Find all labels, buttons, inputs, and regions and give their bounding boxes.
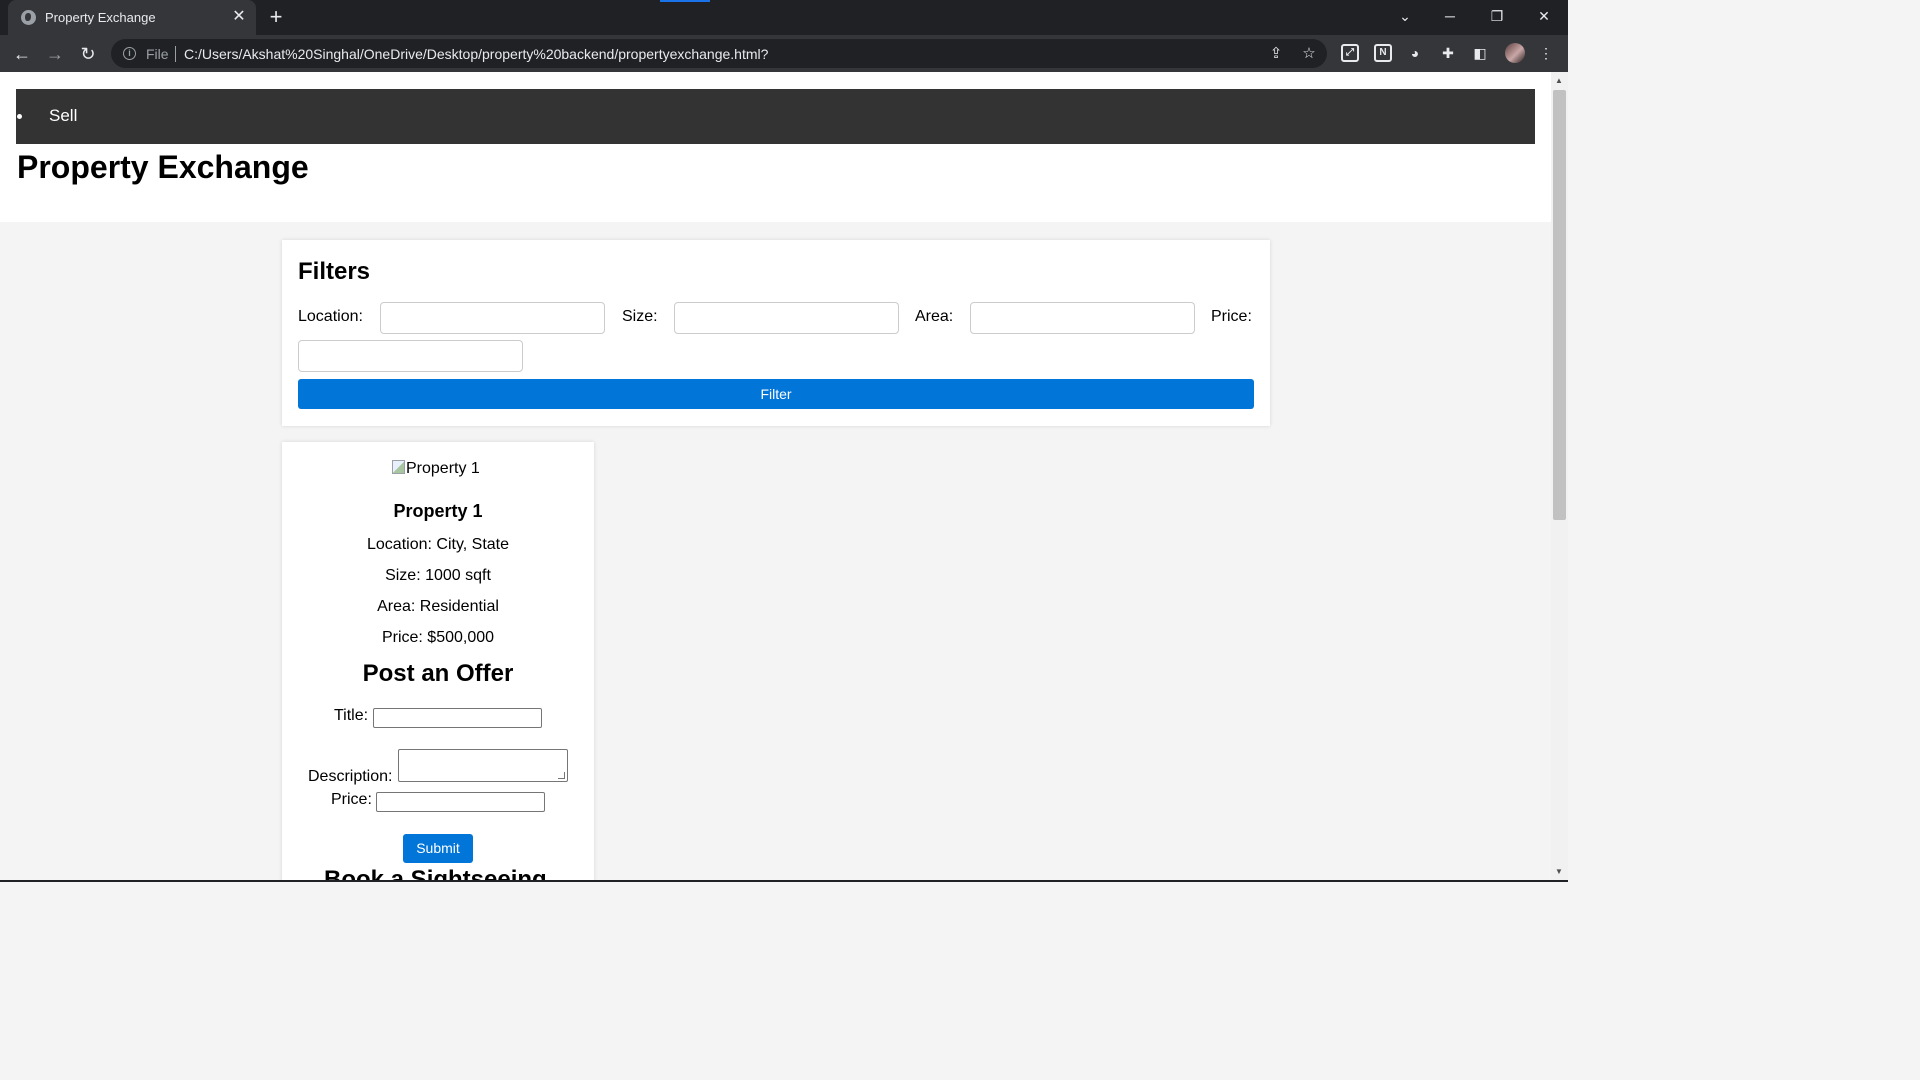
back-icon[interactable]: ← (8, 40, 36, 68)
side-panel-icon[interactable]: ◧ (1471, 44, 1489, 62)
tab-indicator (660, 0, 710, 2)
restore-icon[interactable]: ❐ (1482, 4, 1512, 28)
share-icon[interactable]: ⇪ (1266, 44, 1286, 64)
url-scheme: File (146, 46, 169, 62)
forward-icon[interactable]: → (41, 40, 69, 68)
scroll-down-arrow-icon[interactable]: ▼ (1555, 867, 1563, 876)
minimize-icon[interactable]: ─ (1435, 4, 1465, 28)
profile-avatar[interactable] (1505, 43, 1525, 63)
broken-image-icon (392, 460, 405, 474)
close-window-icon[interactable]: ✕ (1529, 4, 1559, 28)
page-scrollbar[interactable]: ▲ ▼ (1551, 72, 1568, 880)
offer-price-input[interactable] (376, 792, 545, 812)
browser-tab[interactable]: Property Exchange ✕ (8, 0, 256, 35)
browser-toolbar: ← → ↻ i File C:/Users/Akshat%20Singhal/O… (0, 35, 1568, 72)
extension-icon[interactable]: ⤢ (1341, 44, 1359, 62)
property-size: Size: 1000 sqft (385, 567, 491, 584)
offer-price-label: Price: (331, 791, 372, 808)
notion-extension-icon[interactable]: N (1374, 44, 1392, 62)
list-bullet (17, 114, 22, 119)
menu-kebab-icon[interactable]: ⋮ (1537, 44, 1555, 62)
url-separator (175, 46, 176, 62)
site-header: Sell Property Exchange (0, 72, 1551, 222)
size-label: Size: (622, 308, 658, 325)
sightseeing-heading: Book a Sightseeing (324, 866, 547, 880)
price-label: Price: (1211, 308, 1252, 325)
window-bottom-edge (0, 880, 1568, 882)
scroll-up-arrow-icon[interactable]: ▲ (1555, 76, 1563, 85)
bookmark-star-icon[interactable]: ☆ (1299, 44, 1319, 64)
location-label: Location: (298, 308, 363, 325)
info-icon[interactable]: i (123, 47, 136, 60)
resize-handle-icon[interactable] (558, 772, 565, 779)
area-label: Area: (915, 308, 954, 325)
tab-search-icon[interactable]: ⌄ (1390, 4, 1420, 28)
size-input[interactable] (674, 302, 899, 334)
tab-title: Property Exchange (45, 10, 156, 25)
filters-panel: Filters Location: Size: Area: Price: Fil… (282, 240, 1270, 426)
new-tab-icon[interactable]: + (263, 5, 289, 31)
filter-button[interactable]: Filter (298, 379, 1254, 409)
puzzle-extensions-icon[interactable]: ✚ (1439, 44, 1457, 62)
location-input[interactable] (380, 302, 605, 334)
address-bar[interactable]: i File C:/Users/Akshat%20Singhal/OneDriv… (111, 39, 1327, 68)
url-text[interactable]: C:/Users/Akshat%20Singhal/OneDrive/Deskt… (184, 46, 768, 62)
page-viewport: Sell Property Exchange Filters Location:… (0, 72, 1551, 880)
offer-title-label: Title: (334, 707, 369, 724)
reload-icon[interactable]: ↻ (74, 40, 102, 68)
offer-description-textarea[interactable] (398, 749, 568, 782)
offer-description-label: Description: (308, 768, 393, 785)
browser-tabstrip: Property Exchange ✕ + ⌄ ─ ❐ ✕ (0, 0, 1568, 35)
offer-title-input[interactable] (373, 708, 542, 728)
property-location: Location: City, State (367, 536, 509, 553)
price-input[interactable] (298, 340, 523, 372)
property-area: Area: Residential (377, 598, 499, 615)
offer-heading: Post an Offer (362, 660, 514, 687)
discord-extension-icon[interactable]: ◕ (1406, 44, 1424, 62)
area-input[interactable] (970, 302, 1195, 334)
nav-link-sell[interactable]: Sell (49, 106, 77, 126)
submit-button[interactable]: Submit (403, 834, 473, 863)
globe-icon (21, 10, 36, 25)
page-title: Property Exchange (17, 149, 309, 185)
property-image: Property 1 (392, 460, 480, 478)
navbar: Sell (16, 89, 1535, 144)
property-price: Price: $500,000 (381, 629, 495, 646)
scroll-thumb[interactable] (1553, 90, 1566, 520)
property-image-alt: Property 1 (406, 460, 480, 477)
close-tab-icon[interactable]: ✕ (229, 7, 249, 27)
property-card: Property 1 Property 1 Location: City, St… (282, 442, 594, 880)
filters-heading: Filters (298, 258, 371, 285)
property-name: Property 1 (393, 501, 483, 521)
